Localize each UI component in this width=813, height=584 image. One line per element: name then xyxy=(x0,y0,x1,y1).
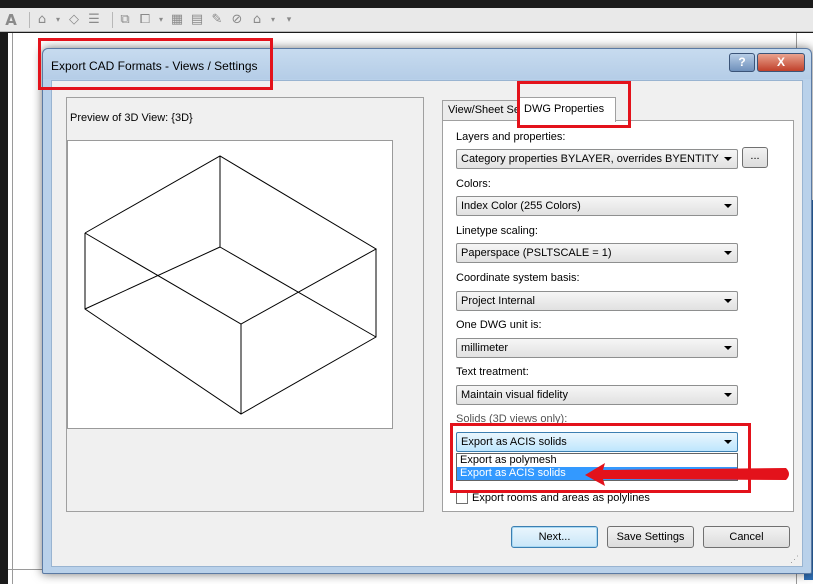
chevron-down-icon xyxy=(724,251,732,255)
app-toolbar: A ⌂ ▾ ◇ ☰ ⧉ ⧠ ▾ ▦ ▤ ✎ ⊘ ⌂ ▾ ▾ xyxy=(0,8,813,32)
text-a-icon[interactable]: A xyxy=(4,12,18,27)
copy-icon[interactable]: ⧠ xyxy=(138,12,152,27)
linetype-value: Paperspace (PSLTSCALE = 1) xyxy=(461,247,612,259)
rooms-checkbox[interactable] xyxy=(456,492,468,504)
export-cad-dialog: Export CAD Formats - Views / Settings ? … xyxy=(42,48,812,574)
box-top-face xyxy=(84,155,378,325)
more-icon[interactable]: ▾ xyxy=(282,13,296,27)
table-icon[interactable]: ▦ xyxy=(170,12,184,27)
dialog-client: Preview of 3D View: {3D} View/Sheet Set … xyxy=(51,80,803,567)
view-border-line xyxy=(12,33,13,584)
preview-3d-view xyxy=(67,140,393,429)
pencil-icon[interactable]: ✎ xyxy=(210,12,224,27)
toolbar-separator xyxy=(29,11,30,28)
chevron-down-icon xyxy=(724,393,732,397)
colors-value: Index Color (255 Colors) xyxy=(461,200,581,212)
dropdown-arrow-icon[interactable]: ▾ xyxy=(270,13,276,27)
unit-value: millimeter xyxy=(461,342,509,354)
resize-grip-icon[interactable]: ⋰ xyxy=(790,554,800,564)
cancel-button[interactable]: Cancel xyxy=(703,526,790,548)
chevron-down-icon xyxy=(724,346,732,350)
colors-label: Colors: xyxy=(456,178,491,190)
annotation-highlight-tab xyxy=(517,81,631,128)
home-icon[interactable]: ⌂ xyxy=(35,12,49,27)
text-treatment-dropdown[interactable]: Maintain visual fidelity xyxy=(456,385,738,405)
linetype-label: Linetype scaling: xyxy=(456,225,538,237)
chevron-down-icon xyxy=(724,157,732,161)
pin-icon[interactable]: ◇ xyxy=(67,12,81,27)
dropdown-arrow-icon[interactable]: ▾ xyxy=(55,13,61,27)
layers-label: Layers and properties: xyxy=(456,131,566,143)
filter-icon[interactable]: ⧉ xyxy=(118,12,132,27)
list-icon[interactable]: ☰ xyxy=(87,12,101,27)
dropdown-arrow-icon[interactable]: ▾ xyxy=(158,13,164,27)
annotation-highlight-title xyxy=(38,38,273,90)
help-button[interactable]: ? xyxy=(729,53,755,72)
coordinate-dropdown[interactable]: Project Internal xyxy=(456,291,738,311)
preview-label: Preview of 3D View: {3D} xyxy=(70,112,193,124)
text-treatment-value: Maintain visual fidelity xyxy=(461,389,568,401)
annotation-highlight-solids xyxy=(450,423,751,493)
next-button[interactable]: Next... xyxy=(511,526,598,548)
chevron-down-icon xyxy=(724,204,732,208)
toolbar-separator xyxy=(112,11,113,28)
edit-table-icon[interactable]: ▤ xyxy=(190,12,204,27)
box-hidden-edge xyxy=(219,246,377,338)
house-icon[interactable]: ⌂ xyxy=(250,12,264,27)
unit-dropdown[interactable]: millimeter xyxy=(456,338,738,358)
text-treatment-label: Text treatment: xyxy=(456,366,529,378)
layers-dropdown[interactable]: Category properties BYLAYER, overrides B… xyxy=(456,149,738,169)
close-button[interactable]: X xyxy=(757,53,805,72)
coordinate-label: Coordinate system basis: xyxy=(456,272,580,284)
tab-view-sheet-set[interactable]: View/Sheet Set xyxy=(442,100,520,121)
no-entry-icon[interactable]: ⊘ xyxy=(230,12,244,27)
chevron-down-icon xyxy=(724,299,732,303)
layers-value: Category properties BYLAYER, overrides B… xyxy=(461,153,719,165)
rooms-checkbox-row[interactable]: Export rooms and areas as polylines xyxy=(456,492,650,504)
box-wireframe-icon xyxy=(84,155,378,415)
save-settings-button[interactable]: Save Settings xyxy=(607,526,694,548)
unit-label: One DWG unit is: xyxy=(456,319,542,331)
coordinate-value: Project Internal xyxy=(461,295,535,307)
box-outline xyxy=(84,233,377,415)
layers-settings-button[interactable]: ... xyxy=(742,147,768,168)
linetype-dropdown[interactable]: Paperspace (PSLTSCALE = 1) xyxy=(456,243,738,263)
rooms-checkbox-label: Export rooms and areas as polylines xyxy=(472,492,650,504)
colors-dropdown[interactable]: Index Color (255 Colors) xyxy=(456,196,738,216)
